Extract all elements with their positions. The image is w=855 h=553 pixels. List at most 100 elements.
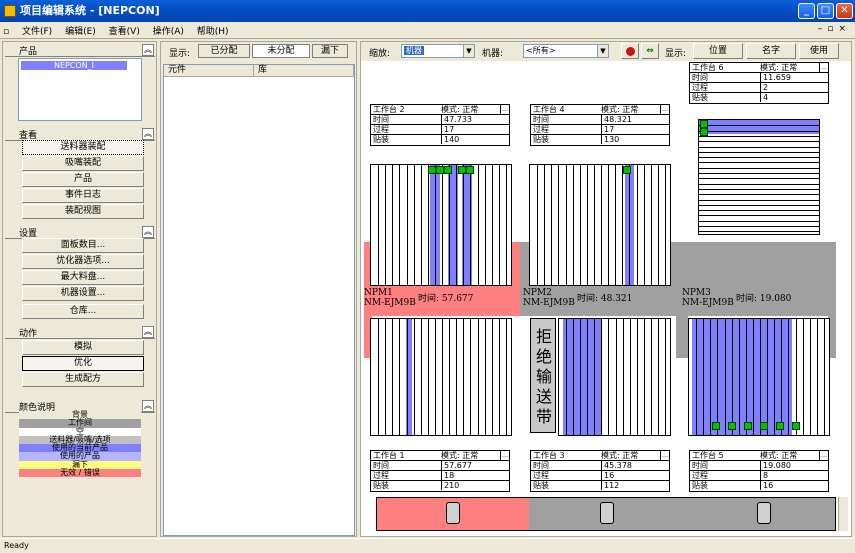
tab-missed[interactable]: 漏下 — [312, 44, 348, 58]
collapse-icon[interactable]: ︽ — [142, 400, 154, 412]
collapse-icon[interactable]: ︽ — [142, 326, 154, 338]
col-header-library[interactable]: 库 — [254, 65, 354, 77]
show-usage-button[interactable]: 使用 — [799, 43, 839, 59]
view-assembly-button[interactable]: 装配视图 — [22, 204, 144, 219]
products-section-header[interactable]: 产品 ︽ — [5, 44, 155, 57]
feeder-slot-divider — [378, 319, 380, 435]
station-row-label: 过程 — [533, 125, 549, 134]
station-info-box[interactable]: 工作台 6 模式: 正常 … 时间 11.659 过程 2 贴装 4 — [689, 62, 829, 104]
product-list[interactable]: NEPCON_I — [18, 58, 142, 121]
feeder-slot-divider — [498, 319, 500, 435]
view-event-log-button[interactable]: 事件日志 — [22, 188, 144, 203]
menu-file[interactable]: 文件(F) — [17, 22, 57, 39]
station-header: 工作台 1 模式: 正常… — [371, 451, 509, 461]
feeder-slot-divider — [442, 319, 443, 435]
maximize-button[interactable]: □ — [817, 3, 834, 19]
station-info-box[interactable]: 工作台 4 模式: 正常 … 时间 48.321 过程 17 贴装 130 — [530, 104, 670, 146]
nozzle-marker-icon — [466, 166, 474, 174]
nozzle-marker-icon — [436, 166, 444, 174]
mdi-doc-icon: ▫ — [3, 27, 10, 37]
max-tray-button[interactable]: 最大料盘... — [22, 270, 144, 285]
collapse-icon[interactable]: ︽ — [142, 128, 154, 140]
feeder-slot-divider — [505, 319, 507, 435]
menu-action[interactable]: 操作(A) — [148, 22, 189, 39]
stop-icon — [625, 47, 635, 56]
station-row-process: 过程 18 — [371, 471, 509, 481]
station-info-box[interactable]: 工作台 1 模式: 正常 … 时间 57.677 过程 18 贴装 210 — [370, 450, 510, 492]
fit-button[interactable]: ⇔ — [641, 43, 659, 59]
chevron-down-icon[interactable]: ▼ — [463, 45, 474, 57]
feeder-slot-divider — [442, 165, 443, 285]
view-product-button[interactable]: 产品 — [22, 172, 144, 187]
warehouse-button[interactable]: 仓库... — [22, 304, 144, 319]
menu-help[interactable]: 帮助(H) — [192, 22, 234, 39]
generate-recipe-button[interactable]: 生成配方 — [22, 372, 144, 387]
nozzle-marker-icon — [744, 422, 752, 430]
actions-section-header[interactable]: 动作 ︽ — [5, 326, 155, 339]
station-menu-icon[interactable]: … — [500, 105, 509, 114]
feeder-slot-divider — [629, 319, 631, 435]
station-mode: 模式: 正常 — [601, 451, 639, 460]
station-info-box[interactable]: 工作台 2 模式: 正常 … 时间 47.733 过程 17 贴装 140 — [370, 104, 510, 146]
station-row-value: 210 — [441, 481, 511, 490]
feeder-slot-divider — [579, 165, 581, 285]
tab-unassigned[interactable]: 未分配 — [252, 44, 310, 58]
feeder-slot-divider — [795, 319, 797, 435]
feeder-slot-divider — [608, 165, 610, 285]
station-row-place: 贴装 130 — [531, 135, 669, 145]
feeder-slot-divider — [823, 319, 825, 435]
station-row-label: 过程 — [533, 471, 549, 480]
close-button[interactable]: ✕ — [836, 3, 853, 19]
feeder-slot-divider — [802, 319, 804, 435]
machine-name-npm3: NPM3 — [682, 288, 711, 298]
tray-row-divider — [699, 215, 819, 217]
station-row-label: 过程 — [692, 83, 708, 92]
feeder-slot-divider — [738, 319, 740, 435]
view-feeder-setup-button[interactable]: 送料器装配 — [22, 140, 144, 155]
view-nozzle-setup-button[interactable]: 吸嘴装配 — [22, 156, 144, 171]
show-position-button[interactable]: 位置 — [693, 43, 743, 59]
stop-button[interactable] — [621, 43, 639, 59]
feeder-slot-divider — [378, 165, 380, 285]
mdi-window-controls[interactable]: –▫× — [818, 24, 851, 34]
zoom-select[interactable]: 机器 ▼ — [401, 44, 475, 58]
optimizer-options-button[interactable]: 优化器选项... — [22, 254, 144, 269]
panel-count-button[interactable]: 面板数目... — [22, 238, 144, 253]
station-header: 工作台 3 模式: 正常… — [531, 451, 669, 461]
feeder-slot-divider — [580, 319, 582, 435]
collapse-icon[interactable]: ︽ — [142, 226, 154, 238]
feeder-bank-station-2 — [370, 164, 512, 286]
station-menu-icon[interactable]: … — [819, 451, 828, 460]
optimize-button[interactable]: 优化 — [22, 356, 144, 371]
station-info-box[interactable]: 工作台 3 模式: 正常 … 时间 45.378 过程 16 贴装 112 — [530, 450, 670, 492]
col-header-component[interactable]: 元件 — [164, 65, 254, 77]
collapse-icon[interactable]: ︽ — [142, 44, 154, 56]
feeder-slot-divider — [434, 319, 436, 435]
menu-view[interactable]: 查看(V) — [104, 22, 145, 39]
chevron-down-icon[interactable]: ▼ — [597, 45, 608, 57]
timeline-scrollbar[interactable] — [838, 497, 848, 531]
feeder-slot-divider — [809, 319, 811, 435]
menu-edit[interactable]: 编辑(E) — [60, 22, 101, 39]
station-info-box[interactable]: 工作台 5 模式: 正常 … 时间 19.080 过程 8 贴装 16 — [689, 450, 829, 492]
station-menu-icon[interactable]: … — [819, 63, 828, 72]
station-menu-icon[interactable]: … — [660, 105, 669, 114]
tab-assigned[interactable]: 已分配 — [198, 44, 250, 58]
station-menu-icon[interactable]: … — [660, 451, 669, 460]
machine-name-npm2: NPM2 — [523, 288, 552, 298]
product-item-selected[interactable]: NEPCON_I — [21, 61, 127, 70]
zoom-label: 缩放: — [369, 49, 391, 59]
simulate-button[interactable]: 模拟 — [22, 340, 144, 355]
station-row-value: 130 — [601, 135, 671, 144]
feeder-slot-divider — [449, 165, 451, 285]
station-name: 工作台 5 — [692, 451, 724, 460]
minimize-button[interactable]: _ — [798, 3, 815, 19]
station-menu-icon[interactable]: … — [500, 451, 509, 460]
machine-settings-button[interactable]: 机器设置... — [22, 286, 144, 301]
component-grid[interactable]: 元件 库 — [163, 64, 355, 536]
machine-select[interactable]: <所有> ▼ — [523, 44, 609, 58]
show-name-button[interactable]: 名字 — [746, 43, 796, 59]
feeder-slot-divider — [643, 319, 645, 435]
station-row-value: 18 — [441, 471, 511, 480]
station-mode: 模式: 正常 — [760, 451, 798, 460]
